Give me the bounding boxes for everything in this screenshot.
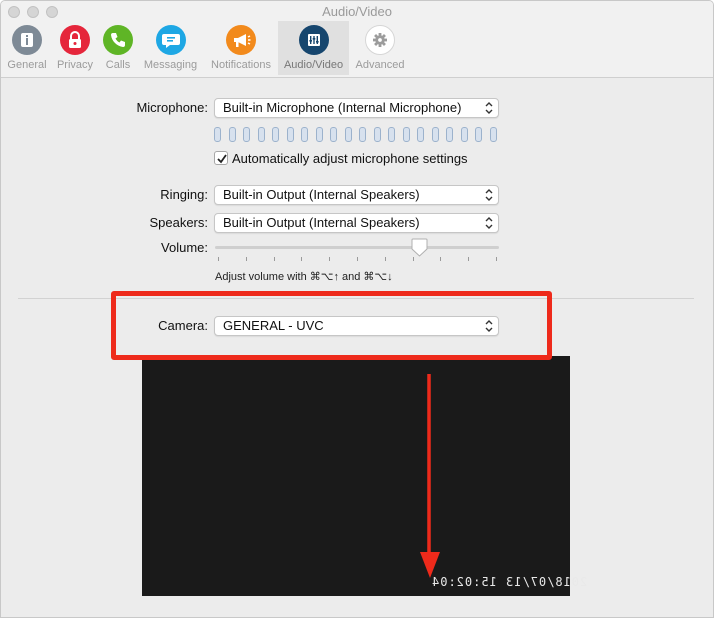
tab-privacy-label: Privacy (56, 59, 94, 71)
level-segment (272, 127, 279, 142)
slider-tick (412, 257, 414, 261)
checkmark-icon (217, 154, 227, 164)
mixer-icon (298, 25, 329, 55)
tab-calls-label: Calls (105, 59, 131, 71)
auto-adjust-label: Automatically adjust microphone settings (232, 151, 468, 166)
slider-tick (440, 257, 442, 261)
volume-hint: Adjust volume with ⌘⌥↑ and ⌘⌥↓ (215, 271, 393, 283)
level-segment (243, 127, 250, 142)
volume-label: Volume: (161, 240, 208, 255)
chevron-up-down-icon (485, 102, 493, 114)
tab-general[interactable]: General (3, 21, 51, 75)
slider-tick (245, 257, 247, 261)
level-segment (228, 127, 236, 142)
camera-preview (142, 356, 570, 596)
level-segment (446, 127, 453, 142)
preview-timestamp: 2018/07/13 15:02:04 (431, 575, 588, 589)
megaphone-icon (226, 25, 256, 55)
level-segment (257, 127, 265, 142)
highlight-box-annotation (111, 291, 552, 360)
level-segment (431, 127, 439, 142)
level-segment (417, 127, 424, 142)
tab-advanced-label: Advanced (355, 59, 405, 71)
ringing-label: Ringing: (160, 187, 208, 202)
level-segment (214, 127, 221, 142)
level-segment (489, 127, 497, 142)
speakers-select-value: Built-in Output (Internal Speakers) (223, 215, 420, 230)
level-segment (344, 127, 352, 142)
gear-icon (365, 25, 395, 55)
tab-audio-video-label: Audio/Video (283, 59, 344, 71)
level-segment (315, 127, 323, 142)
ringing-select-value: Built-in Output (Internal Speakers) (223, 187, 420, 202)
chevron-up-down-icon (485, 189, 493, 201)
level-segment (373, 127, 381, 142)
slider-tick (384, 257, 386, 261)
tab-notifications[interactable]: Notifications (205, 21, 277, 75)
lock-icon (60, 25, 90, 55)
level-segment (359, 127, 366, 142)
slider-tick (329, 257, 331, 261)
slider-tick (357, 257, 358, 261)
chat-bubble-icon (155, 25, 186, 55)
microphone-select-value: Built-in Microphone (Internal Microphone… (223, 100, 462, 115)
slider-tick (301, 257, 303, 261)
chevron-up-down-icon (485, 217, 493, 229)
tab-messaging-label: Messaging (143, 59, 198, 71)
tab-advanced[interactable]: Advanced (351, 21, 409, 75)
slider-tick (273, 257, 275, 261)
tab-messaging[interactable]: Messaging (139, 21, 202, 75)
ringing-select[interactable]: Built-in Output (Internal Speakers) (214, 185, 499, 205)
level-segment (286, 127, 294, 142)
level-segment (475, 127, 482, 142)
level-segment (301, 127, 308, 142)
tab-privacy[interactable]: Privacy (52, 21, 98, 75)
slider-tick (468, 257, 470, 261)
speakers-select[interactable]: Built-in Output (Internal Speakers) (214, 213, 499, 233)
microphone-label: Microphone: (136, 100, 208, 115)
speakers-label: Speakers: (149, 215, 208, 230)
tab-notifications-label: Notifications (211, 59, 271, 71)
title-bar: Audio/Video General Privacy Calls Messag… (1, 1, 713, 78)
volume-slider-track[interactable] (215, 246, 499, 249)
level-segment (460, 127, 468, 142)
tab-general-label: General (7, 59, 47, 71)
microphone-select[interactable]: Built-in Microphone (Internal Microphone… (214, 98, 499, 118)
window-title: Audio/Video (322, 4, 392, 19)
slider-tick (496, 257, 497, 261)
info-icon (12, 25, 42, 55)
volume-slider-knob[interactable] (411, 238, 428, 257)
tab-calls[interactable]: Calls (98, 21, 138, 75)
tab-audio-video[interactable]: Audio/Video (278, 21, 349, 75)
auto-adjust-checkbox[interactable] (214, 151, 228, 165)
level-segment (388, 127, 395, 142)
red-arrow-annotation (420, 374, 440, 578)
level-segment (402, 127, 410, 142)
level-segment (330, 127, 337, 142)
slider-tick (218, 257, 219, 261)
phone-icon (103, 25, 133, 55)
